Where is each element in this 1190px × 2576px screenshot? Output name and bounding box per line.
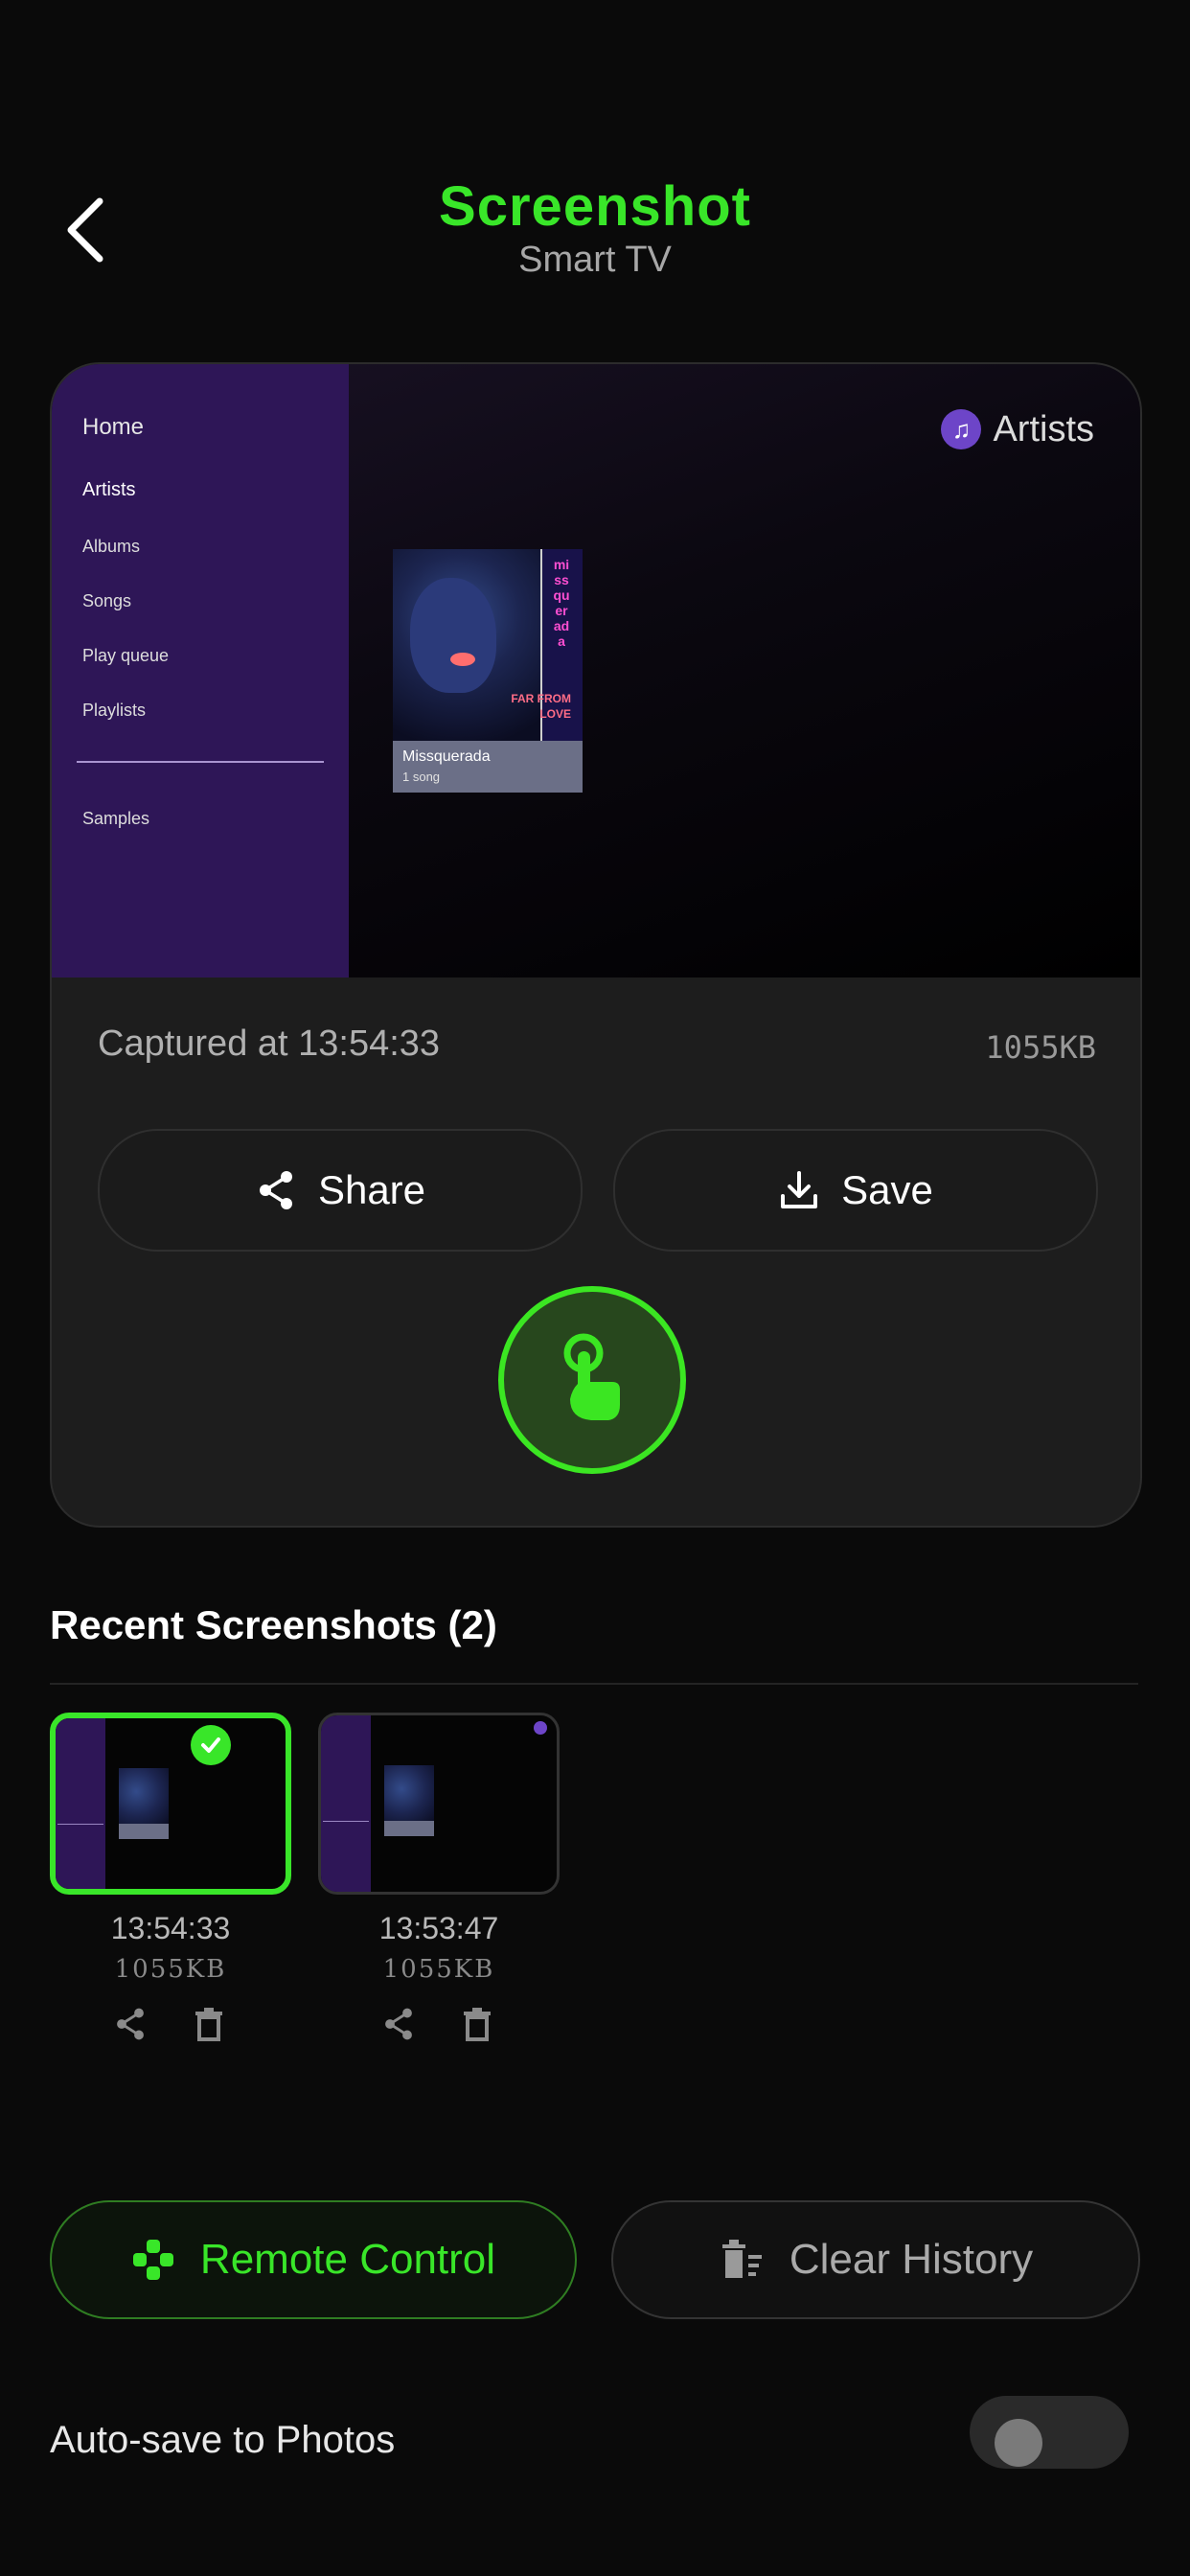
file-size: 1055KB bbox=[985, 1029, 1096, 1066]
recent-thumbnail[interactable] bbox=[50, 1713, 291, 1895]
share-button[interactable]: Share bbox=[98, 1129, 583, 1252]
clear-history-label: Clear History bbox=[789, 2236, 1034, 2283]
screenshot-preview[interactable]: Home Artists Albums Songs Play queue Pla… bbox=[52, 364, 1140, 978]
share-icon bbox=[259, 1171, 292, 1209]
album-cover-vertical-text: missquerada bbox=[553, 557, 570, 649]
tap-capture-button[interactable] bbox=[498, 1286, 686, 1474]
tv-menu-play-queue: Play queue bbox=[82, 646, 170, 665]
tv-menu-albums: Albums bbox=[82, 537, 141, 556]
tap-finger-icon bbox=[563, 1333, 620, 1420]
share-label: Share bbox=[317, 1167, 426, 1212]
tv-menu-samples: Samples bbox=[82, 809, 150, 828]
trash-icon bbox=[195, 2008, 222, 2041]
recent-time: 13:54:33 bbox=[110, 1911, 231, 1945]
page-title: Screenshot bbox=[439, 175, 751, 238]
music-note-icon: ♫ bbox=[941, 409, 982, 449]
tv-sidebar: Home Artists Albums Songs Play queue Pla… bbox=[52, 364, 349, 978]
clear-history-button[interactable]: Clear History bbox=[611, 2200, 1140, 2319]
share-icon bbox=[385, 2008, 412, 2040]
autosave-toggle[interactable] bbox=[970, 2396, 1129, 2469]
tv-album-card: missquerada FAR FROM LOVE Missquerada 1 … bbox=[393, 549, 583, 793]
gamepad-icon bbox=[132, 2240, 173, 2280]
tv-chip-label: Artists bbox=[993, 408, 1094, 449]
tv-artists-chip: ♫ Artists bbox=[941, 406, 1094, 452]
download-icon bbox=[781, 1171, 818, 1208]
tv-menu-songs: Songs bbox=[82, 591, 132, 610]
share-icon bbox=[117, 2008, 144, 2040]
recent-delete-button[interactable] bbox=[188, 2003, 230, 2045]
autosave-label: Auto-save to Photos bbox=[50, 2419, 396, 2461]
recent-time: 13:53:47 bbox=[378, 1911, 499, 1945]
recent-share-button[interactable] bbox=[109, 2003, 151, 2045]
album-cover-text: FAR FROM LOVE bbox=[511, 692, 571, 721]
screenshot-card: Home Artists Albums Songs Play queue Pla… bbox=[50, 362, 1142, 1528]
recent-screenshots-title: Recent Screenshots (2) bbox=[50, 1602, 497, 1647]
save-label: Save bbox=[841, 1167, 933, 1212]
album-name: Missquerada bbox=[402, 748, 491, 765]
recent-thumbnail[interactable] bbox=[318, 1713, 560, 1895]
tv-menu-home: Home bbox=[82, 414, 145, 440]
captured-time: Captured at 13:54:33 bbox=[98, 1024, 441, 1064]
album-cover: missquerada FAR FROM LOVE bbox=[393, 549, 583, 741]
recent-size: 1055KB bbox=[114, 1955, 227, 1984]
remote-control-button[interactable]: Remote Control bbox=[50, 2200, 577, 2319]
page-subtitle: Smart TV bbox=[518, 240, 672, 280]
recent-share-button[interactable] bbox=[378, 2003, 420, 2045]
recent-delete-button[interactable] bbox=[456, 2003, 498, 2045]
album-subtitle: 1 song bbox=[402, 770, 441, 784]
recent-size: 1055KB bbox=[382, 1955, 495, 1984]
selected-check-icon bbox=[191, 1725, 231, 1765]
remote-control-label: Remote Control bbox=[199, 2236, 496, 2283]
save-button[interactable]: Save bbox=[613, 1129, 1098, 1252]
trash-icon bbox=[464, 2008, 491, 2041]
tv-menu-divider bbox=[77, 761, 324, 763]
section-divider bbox=[50, 1683, 1138, 1685]
toggle-knob bbox=[995, 2419, 1042, 2467]
tv-menu-playlists: Playlists bbox=[82, 701, 147, 720]
clear-trash-icon bbox=[721, 2240, 762, 2278]
tv-menu-artists: Artists bbox=[82, 479, 136, 500]
